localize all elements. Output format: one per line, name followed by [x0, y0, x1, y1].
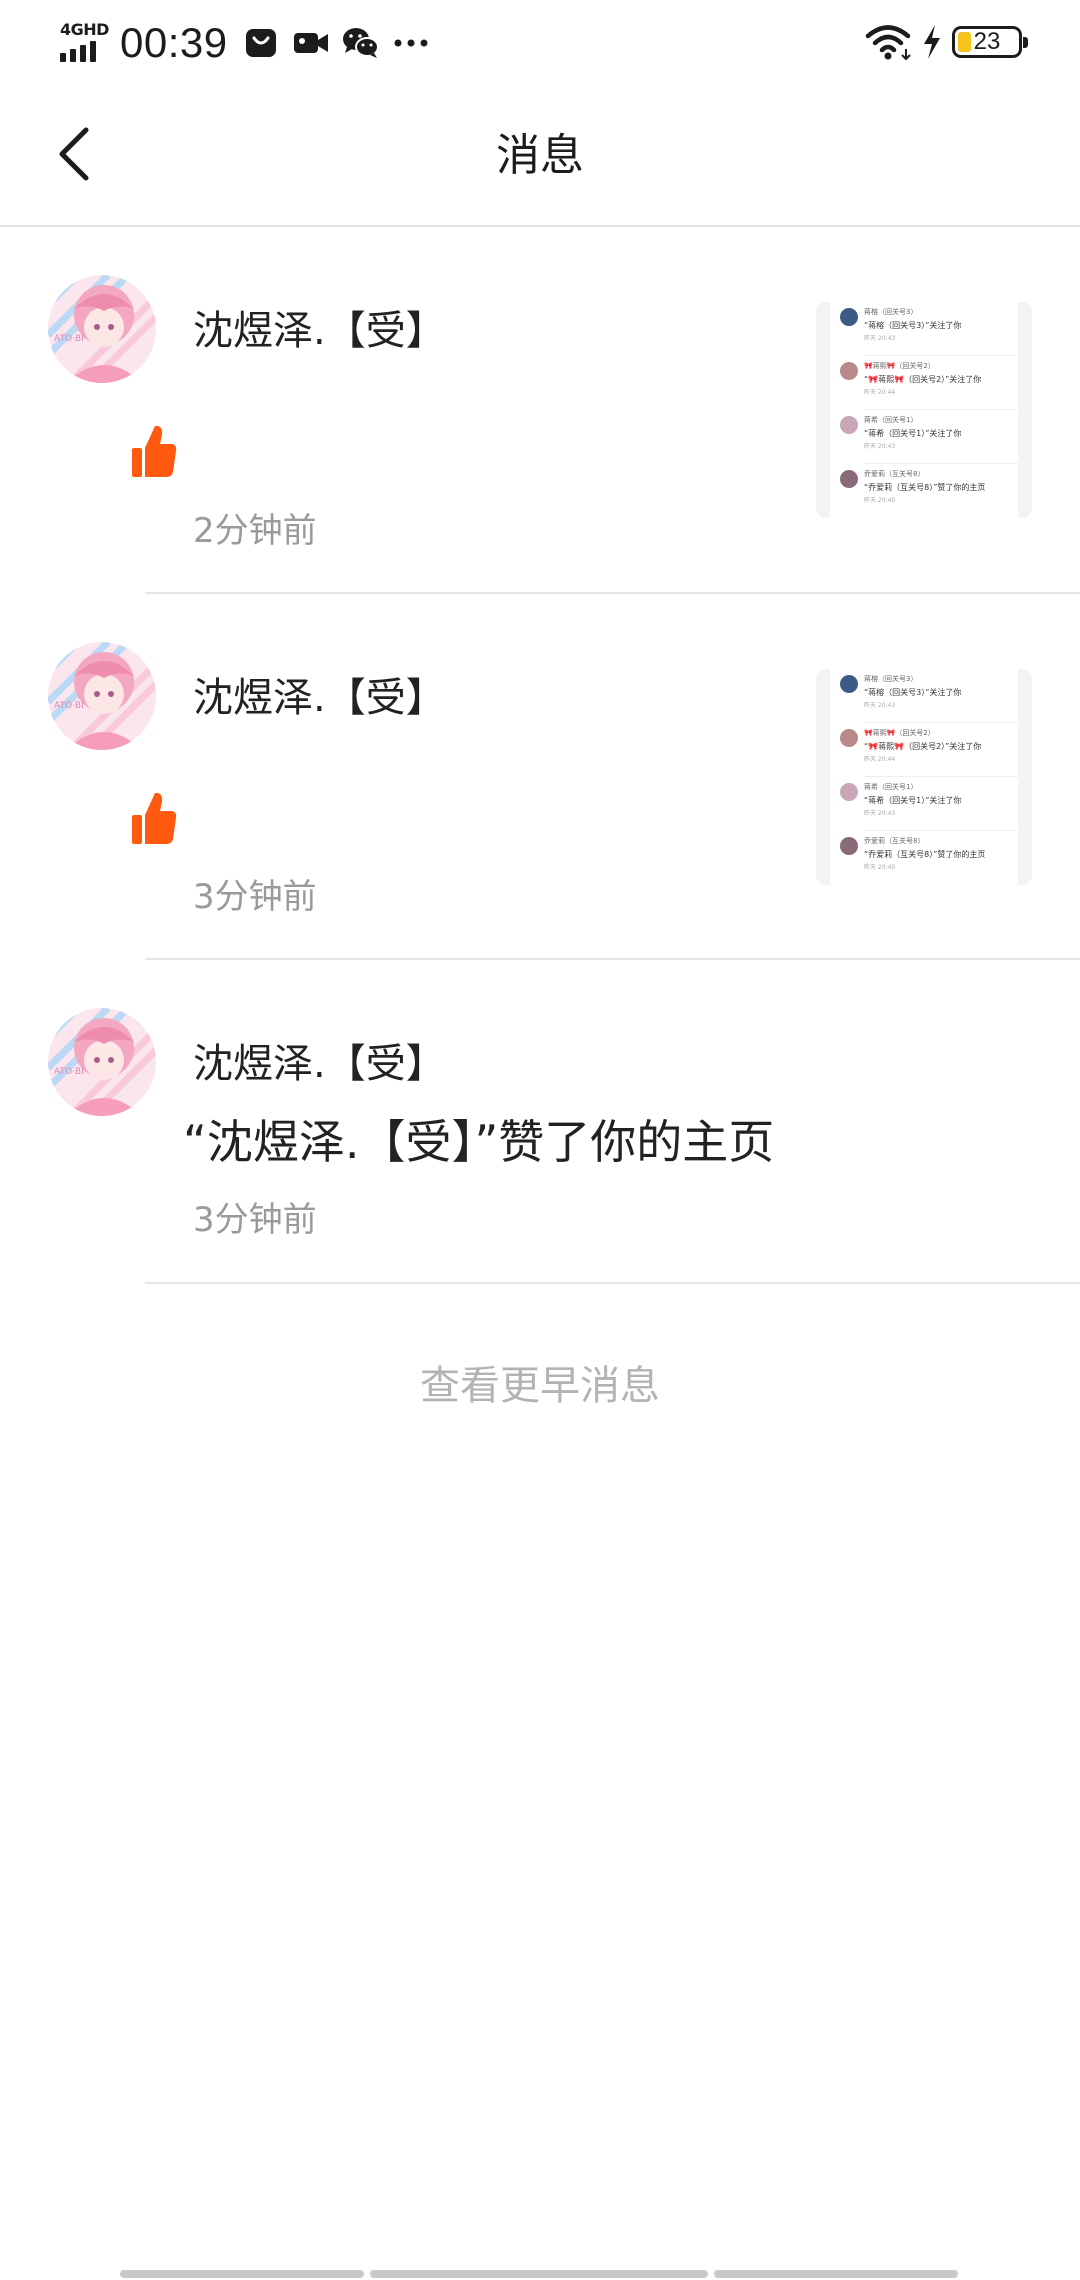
- preview-time: 昨天 20:40: [864, 864, 896, 871]
- preview-avatar: [840, 362, 858, 380]
- preview-text: “🎀蒋熙🎀（回关号2）”关注了你: [864, 375, 982, 384]
- preview-name: 乔爱莉（互关号8）: [864, 837, 925, 845]
- status-left: 4GHD 00:39: [60, 18, 442, 68]
- shopping-bag-icon: [242, 24, 280, 62]
- preview-time: 昨天 20:43: [864, 335, 896, 342]
- status-time: 00:39: [120, 19, 228, 66]
- preview-name: 乔爱莉（互关号8）: [864, 470, 925, 478]
- svg-text:ATO·BI: ATO·BI: [54, 1067, 84, 1077]
- messages-page: 4GHD 00:39 23 消息 ATO·BI 沈煜泽.【受】 2分钟前 蒋榕（…: [0, 0, 1080, 2280]
- preview-name: 🎀蒋熙🎀（回关号2）: [864, 362, 935, 370]
- preview-thumbnail[interactable]: 蒋榕（回关号3） “蒋榕（回关号3）”关注了你 昨天 20:43 🎀蒋熙🎀（回关…: [816, 669, 1032, 885]
- svg-text:ATO·BI: ATO·BI: [54, 334, 84, 344]
- more-dots-icon: [392, 24, 430, 62]
- message-time: 2分钟前: [193, 511, 317, 551]
- message-list: ATO·BI 沈煜泽.【受】 2分钟前 蒋榕（回关号3） “蒋榕（回关号3）”关…: [0, 227, 1080, 1284]
- preview-row: 蒋榕（回关号3） “蒋榕（回关号3）”关注了你 昨天 20:43: [830, 669, 1018, 723]
- preview-time: 昨天 20:43: [864, 810, 896, 817]
- status-bar: 4GHD 00:39 23: [0, 0, 1080, 82]
- message-time: 3分钟前: [193, 877, 317, 917]
- network-type: 4GHD: [60, 20, 109, 39]
- preview-text: “🎀蒋熙🎀（回关号2）”关注了你: [864, 742, 982, 751]
- sender-name: 沈煜泽.【受】: [193, 675, 446, 721]
- battery-level: 23: [973, 28, 1001, 55]
- cellular-signal-icon: 4GHD: [60, 20, 109, 64]
- header: 消息: [0, 82, 1080, 227]
- sender-name: 沈煜泽.【受】: [193, 308, 446, 354]
- thumbs-up-icon: [131, 790, 177, 846]
- preview-row: 乔爱莉（互关号8） “乔爱莉（互关号8）”赞了你的主页 昨天 20:40: [830, 831, 1018, 885]
- preview-text: “蒋希（回关号1）”关注了你: [864, 796, 962, 805]
- preview-name: 蒋希（回关号1）: [864, 416, 918, 424]
- preview-avatar: [840, 416, 858, 434]
- preview-name: 蒋榕（回关号3）: [864, 308, 918, 316]
- video-camera-icon: [292, 24, 330, 62]
- preview-row: 蒋希（回关号1） “蒋希（回关号1）”关注了你 昨天 20:43: [830, 777, 1018, 831]
- thumbs-up-icon: [131, 423, 177, 479]
- message-content: “沈煜泽.【受】”赞了你的主页: [183, 1115, 775, 1169]
- divider: [145, 1282, 1080, 1284]
- gesture-bar: [120, 2270, 964, 2278]
- message-time: 3分钟前: [193, 1200, 317, 1240]
- charging-bolt-icon: [922, 24, 942, 60]
- preview-row: 🎀蒋熙🎀（回关号2） “🎀蒋熙🎀（回关号2）”关注了你 昨天 20:44: [830, 356, 1018, 410]
- sender-name: 沈煜泽.【受】: [193, 1041, 446, 1087]
- preview-name: 蒋希（回关号1）: [864, 783, 918, 791]
- message-item[interactable]: ATO·BI 沈煜泽.【受】 3分钟前 蒋榕（回关号3） “蒋榕（回关号3）”关…: [0, 594, 1080, 960]
- preview-text: “乔爱莉（互关号8）”赞了你的主页: [864, 483, 986, 492]
- message-item[interactable]: ATO·BI 沈煜泽.【受】 2分钟前 蒋榕（回关号3） “蒋榕（回关号3）”关…: [0, 227, 1080, 594]
- preview-row: 蒋希（回关号1） “蒋希（回关号1）”关注了你 昨天 20:43: [830, 410, 1018, 464]
- preview-time: 昨天 20:40: [864, 497, 896, 504]
- preview-text: “蒋榕（回关号3）”关注了你: [864, 688, 962, 697]
- page-title: 消息: [496, 130, 584, 181]
- message-item[interactable]: ATO·BI 沈煜泽.【受】 “沈煜泽.【受】”赞了你的主页 3分钟前: [0, 960, 1080, 1284]
- preview-avatar: [840, 837, 858, 855]
- preview-row: 蒋榕（回关号3） “蒋榕（回关号3）”关注了你 昨天 20:43: [830, 302, 1018, 356]
- preview-name: 蒋榕（回关号3）: [864, 675, 918, 683]
- preview-thumbnail[interactable]: 蒋榕（回关号3） “蒋榕（回关号3）”关注了你 昨天 20:43 🎀蒋熙🎀（回关…: [816, 302, 1032, 518]
- avatar[interactable]: ATO·BI: [48, 642, 156, 750]
- wifi-icon: [864, 23, 912, 61]
- preview-text: “乔爱莉（互关号8）”赞了你的主页: [864, 850, 986, 859]
- status-right: 23: [864, 20, 1028, 64]
- battery-icon: 23: [952, 26, 1028, 58]
- preview-time: 昨天 20:44: [864, 756, 896, 763]
- preview-row: 乔爱莉（互关号8） “乔爱莉（互关号8）”赞了你的主页 昨天 20:40: [830, 464, 1018, 518]
- avatar[interactable]: ATO·BI: [48, 1008, 156, 1116]
- preview-time: 昨天 20:43: [864, 702, 896, 709]
- view-earlier-messages-link[interactable]: 查看更早消息: [0, 1358, 1080, 1414]
- wechat-icon: [342, 24, 380, 62]
- preview-text: “蒋希（回关号1）”关注了你: [864, 429, 962, 438]
- preview-avatar: [840, 675, 858, 693]
- preview-avatar: [840, 470, 858, 488]
- preview-avatar: [840, 783, 858, 801]
- preview-text: “蒋榕（回关号3）”关注了你: [864, 321, 962, 330]
- svg-text:ATO·BI: ATO·BI: [54, 701, 84, 711]
- preview-time: 昨天 20:43: [864, 443, 896, 450]
- preview-time: 昨天 20:44: [864, 389, 896, 396]
- preview-name: 🎀蒋熙🎀（回关号2）: [864, 729, 935, 737]
- preview-avatar: [840, 308, 858, 326]
- avatar[interactable]: ATO·BI: [48, 275, 156, 383]
- preview-row: 🎀蒋熙🎀（回关号2） “🎀蒋熙🎀（回关号2）”关注了你 昨天 20:44: [830, 723, 1018, 777]
- preview-avatar: [840, 729, 858, 747]
